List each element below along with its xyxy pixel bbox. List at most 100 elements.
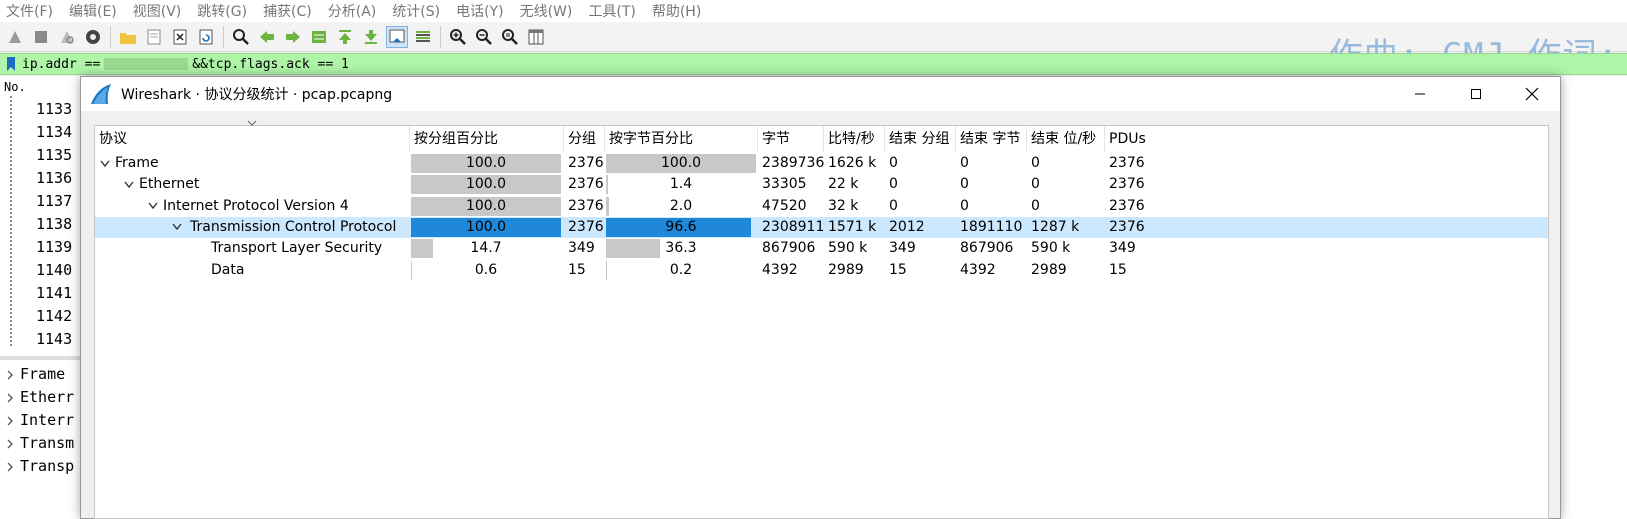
- zoom-reset-icon[interactable]: [499, 26, 521, 48]
- packets-cell: 15: [568, 261, 586, 278]
- packet-number[interactable]: 1134: [0, 121, 80, 144]
- start-capture-icon[interactable]: [4, 26, 26, 48]
- packet-list: No. 1133 1134 1135 1136 1137 1138 1139 1…: [0, 76, 80, 356]
- packet-number[interactable]: 1139: [0, 236, 80, 259]
- end-bits-per-sec-cell: 1287 k: [1031, 218, 1080, 235]
- chevron-down-icon[interactable]: [119, 174, 139, 195]
- column-header-end-bytes[interactable]: 结束 字节: [956, 126, 1027, 152]
- resize-columns-icon[interactable]: [525, 26, 547, 48]
- bits-per-sec-cell: 1571 k: [828, 218, 877, 235]
- menu-tools[interactable]: 工具(T): [588, 1, 635, 21]
- pct-bytes-cell-value: 0.2: [669, 261, 693, 278]
- column-header-end-packets[interactable]: 结束 分组: [885, 126, 956, 152]
- zoom-in-icon[interactable]: [447, 26, 469, 48]
- stop-capture-icon[interactable]: [30, 26, 52, 48]
- chevron-right-icon[interactable]: [0, 439, 20, 449]
- chevron-right-icon[interactable]: [0, 393, 20, 403]
- capture-options-icon[interactable]: [82, 26, 104, 48]
- menu-telephony[interactable]: 电话(Y): [456, 1, 503, 21]
- close-file-icon[interactable]: [169, 26, 191, 48]
- chevron-down-icon[interactable]: [167, 217, 187, 238]
- open-file-icon[interactable]: [117, 26, 139, 48]
- protocol-hierarchy-dialog: Wireshark · 协议分级统计 · pcap.pcapng 协议 按分组百…: [80, 76, 1561, 519]
- column-header-protocol[interactable]: 协议: [95, 120, 410, 152]
- chevron-right-icon[interactable]: [0, 462, 20, 472]
- pdus-cell: 2376: [1109, 218, 1145, 235]
- main-window-right-edge: [1550, 76, 1627, 519]
- chevron-right-icon[interactable]: [0, 370, 20, 380]
- tree-row[interactable]: Data 0.6 0.2 15 4392 2989 15 4392 2989 15: [95, 260, 1548, 281]
- find-packet-icon[interactable]: [230, 26, 252, 48]
- tree-row[interactable]: Internet Protocol Version 4 100.0 2.0 2376 4…: [95, 196, 1548, 217]
- go-forward-icon[interactable]: [282, 26, 304, 48]
- column-header-pct-bytes[interactable]: 按字节百分比: [605, 126, 758, 152]
- minimize-icon[interactable]: [1392, 77, 1448, 111]
- save-file-icon[interactable]: [143, 26, 165, 48]
- packet-number[interactable]: 1141: [0, 282, 80, 305]
- column-header-bits-per-sec[interactable]: 比特/秒: [824, 126, 885, 152]
- go-last-icon[interactable]: [360, 26, 382, 48]
- details-row[interactable]: Transp: [0, 455, 80, 478]
- close-icon[interactable]: [1504, 77, 1560, 111]
- chevron-down-icon[interactable]: [95, 153, 115, 174]
- zoom-out-icon[interactable]: [473, 26, 495, 48]
- maximize-icon[interactable]: [1448, 77, 1504, 111]
- menu-statistics[interactable]: 统计(S): [392, 1, 440, 21]
- details-row[interactable]: Transm: [0, 432, 80, 455]
- menu-help[interactable]: 帮助(H): [652, 1, 701, 21]
- column-header-pct-packets[interactable]: 按分组百分比: [410, 126, 564, 152]
- menu-analyze[interactable]: 分析(A): [328, 1, 377, 21]
- go-first-icon[interactable]: [334, 26, 356, 48]
- packets-cell: 2376: [568, 155, 604, 171]
- pct-bytes-cell: 96.6: [606, 217, 756, 238]
- packet-number[interactable]: 1140: [0, 259, 80, 282]
- end-packets-cell: 2012: [889, 218, 925, 235]
- protocol-cell: Frame: [95, 153, 159, 174]
- details-row[interactable]: Interr: [0, 409, 80, 432]
- packets-cell: 2376: [568, 176, 604, 193]
- column-header-bytes[interactable]: 字节: [758, 126, 824, 152]
- pct-bytes-cell: 36.3: [606, 238, 756, 259]
- column-header-end-bits-per-sec[interactable]: 结束 位/秒: [1027, 126, 1105, 152]
- packet-number[interactable]: 1136: [0, 167, 80, 190]
- menu-go[interactable]: 跳转(G): [197, 1, 247, 21]
- end-packets-cell: 0: [889, 176, 898, 193]
- display-filter-bar[interactable]: ip.addr == &&tcp.flags.ack == 1: [0, 53, 1627, 75]
- filter-prefix: ip.addr ==: [22, 56, 101, 72]
- menu-file[interactable]: 文件(F): [6, 1, 53, 21]
- packet-number[interactable]: 1137: [0, 190, 80, 213]
- colorize-icon[interactable]: [412, 26, 434, 48]
- column-header-packets[interactable]: 分组: [564, 126, 605, 152]
- toolbar-separator: [110, 25, 111, 48]
- packet-number[interactable]: 1135: [0, 144, 80, 167]
- pct-packets-cell: 100.0: [411, 174, 561, 195]
- go-to-packet-icon[interactable]: [308, 26, 330, 48]
- tree-row[interactable]: Transmission Control Protocol 100.0 96.6 23…: [95, 216, 1548, 238]
- reload-file-icon[interactable]: [195, 26, 217, 48]
- pct-bytes-cell-value: 36.3: [665, 240, 697, 257]
- menu-wireless[interactable]: 无线(W): [520, 1, 573, 21]
- details-row[interactable]: Frame: [0, 363, 80, 386]
- packet-number[interactable]: 1133: [0, 98, 80, 121]
- menu-view[interactable]: 视图(V): [133, 1, 182, 21]
- bookmark-icon[interactable]: [4, 55, 18, 73]
- tree-row[interactable]: Ethernet 100.0 1.4 2376 33305 22 k 0 0 0 2376: [95, 174, 1548, 195]
- packet-number[interactable]: 1142: [0, 305, 80, 328]
- packet-number[interactable]: 1143: [0, 328, 80, 351]
- packet-list-header-no[interactable]: No.: [0, 76, 80, 98]
- chevron-right-icon[interactable]: [0, 416, 20, 426]
- autoscroll-icon[interactable]: [386, 25, 408, 48]
- chevron-down-icon[interactable]: [143, 196, 163, 217]
- column-header-pdus[interactable]: PDUs: [1105, 126, 1165, 152]
- restart-capture-icon[interactable]: [56, 26, 78, 48]
- go-back-icon[interactable]: [256, 26, 278, 48]
- tree-row[interactable]: Transport Layer Security 14.7 36.3 349 86790…: [95, 238, 1548, 259]
- menu-capture[interactable]: 捕获(C): [263, 1, 312, 21]
- menu-edit[interactable]: 编辑(E): [69, 1, 117, 21]
- details-row[interactable]: Etherr: [0, 386, 80, 409]
- packet-number[interactable]: 1138: [0, 213, 80, 236]
- end-bits-per-sec-cell: 2989: [1031, 261, 1067, 278]
- tree-row[interactable]: Frame 100.0 100.0 2376 2389736 1626 k 0 0 0 2376: [95, 153, 1548, 174]
- dialog-titlebar[interactable]: Wireshark · 协议分级统计 · pcap.pcapng: [81, 77, 1560, 111]
